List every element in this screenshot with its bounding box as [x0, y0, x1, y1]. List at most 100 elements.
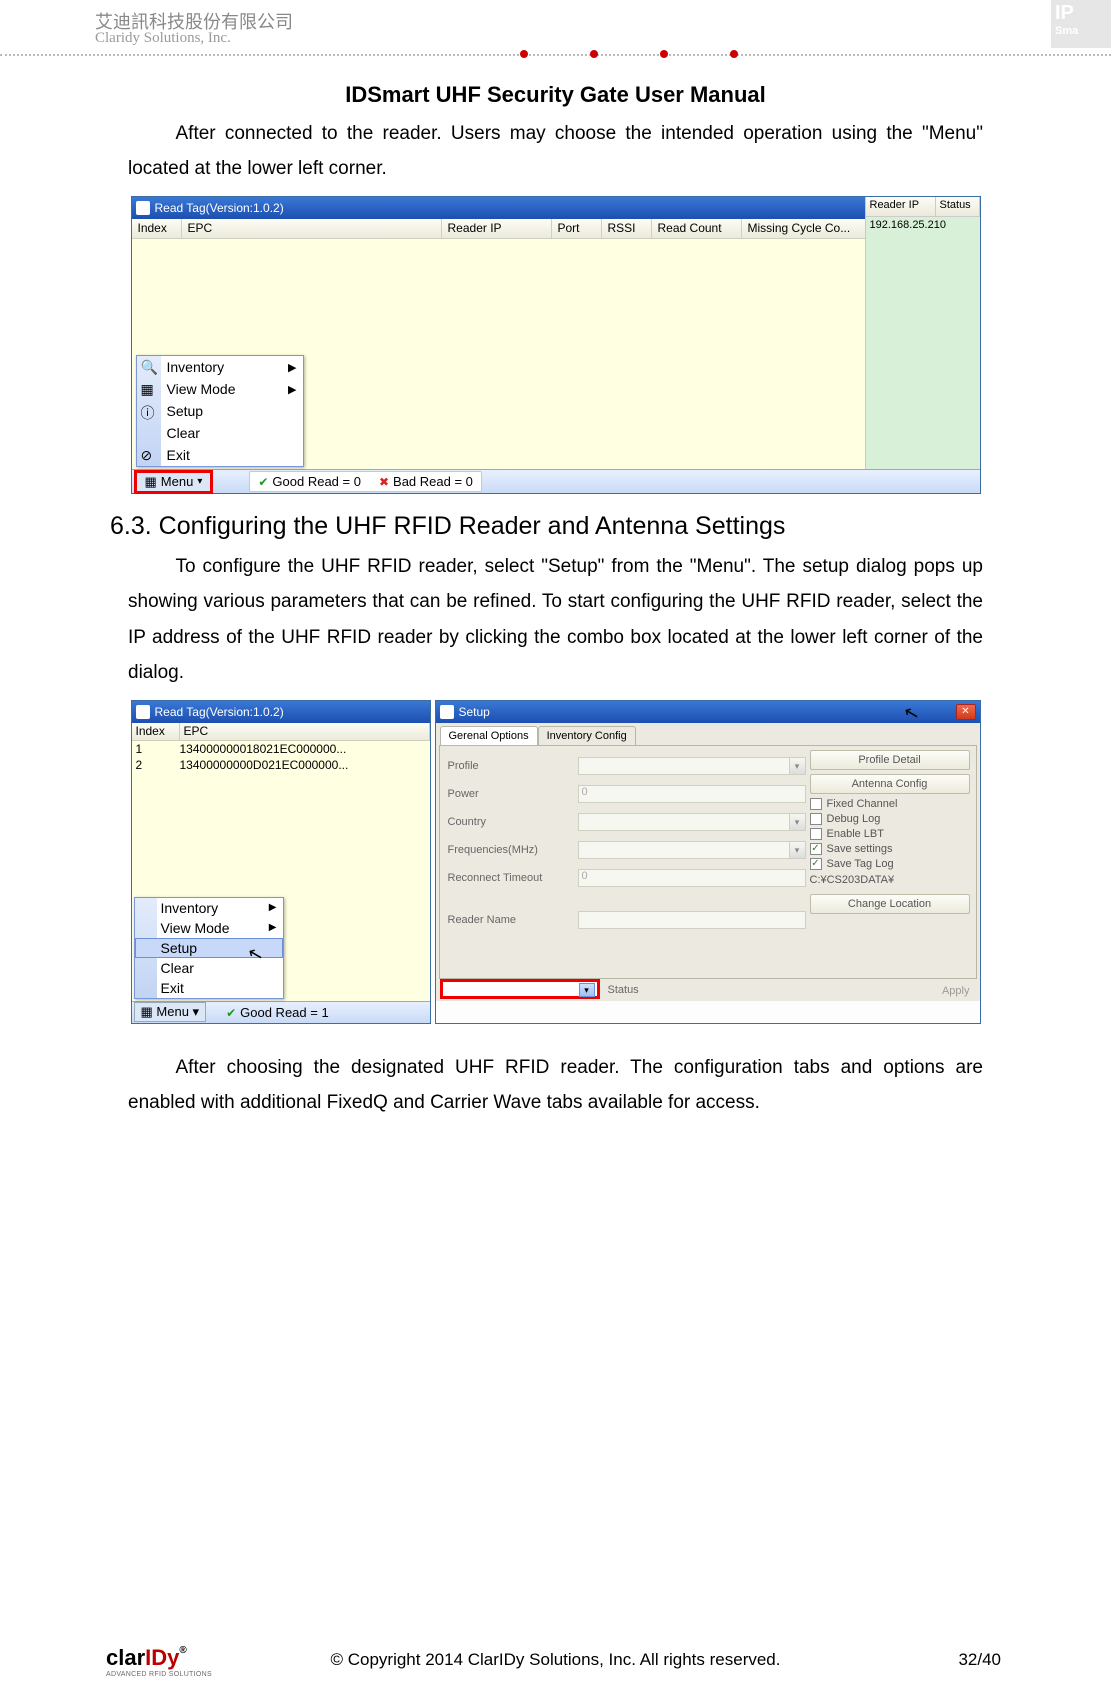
power-input[interactable]: 0 — [578, 785, 806, 803]
menu-inventory[interactable]: 🔍Inventory▶ — [137, 356, 303, 378]
reconnect-input[interactable]: 0 — [578, 869, 806, 887]
menu-icon: ▦ — [145, 474, 157, 490]
menu-setup[interactable]: Setup — [135, 938, 283, 958]
status-bar: ▦Menu ▾ Good Read = 0 Bad Read = 0 — [132, 469, 980, 493]
menu-inventory[interactable]: Inventory▶ — [135, 898, 283, 918]
magnifier-icon: 🔍 — [141, 359, 157, 375]
country-select[interactable]: ▾ — [578, 813, 806, 831]
bad-read: Bad Read = 0 — [379, 474, 473, 489]
tab-row: Gerenal Options Inventory Config — [436, 723, 980, 745]
fixed-channel-checkbox[interactable]: Fixed Channel — [810, 798, 970, 810]
menu-exit[interactable]: ⊘Exit — [137, 444, 303, 466]
tab-general-options[interactable]: Gerenal Options — [440, 726, 538, 745]
col-index[interactable]: Index — [132, 723, 180, 740]
chevron-down-icon: ▾ — [789, 842, 805, 858]
side-row-ip: 192.168.25.210 — [866, 217, 980, 233]
label-reconnect: Reconnect Timeout — [448, 872, 578, 884]
grid-body: 🔍Inventory▶ ▦View Mode▶ ⓘSetup Clear ⊘Ex… — [132, 239, 980, 469]
company-en: Claridy Solutions, Inc. — [95, 30, 231, 47]
col-epc[interactable]: EPC — [180, 723, 430, 740]
header-logo: IPSma — [1051, 0, 1111, 48]
info-icon: ⓘ — [141, 403, 157, 419]
paragraph-3: After choosing the designated UHF RFID r… — [128, 1050, 983, 1120]
window-title: Read Tag(Version:1.0.2) — [155, 201, 284, 215]
table-row[interactable]: 1134000000018021EC000000... — [132, 741, 430, 757]
context-menu: 🔍Inventory▶ ▦View Mode▶ ⓘSetup Clear ⊘Ex… — [136, 355, 304, 467]
enable-lbt-checkbox[interactable]: Enable LBT — [810, 828, 970, 840]
general-options-panel: Profile▾ Power0 Country▾ Frequencies(MHz… — [439, 745, 977, 979]
change-location-button[interactable]: Change Location — [810, 894, 970, 914]
col-rssi[interactable]: RSSI — [602, 219, 652, 238]
status-label: Status — [608, 984, 639, 996]
close-button[interactable]: ✕ — [956, 704, 976, 720]
menu-clear[interactable]: Clear — [137, 422, 303, 444]
table-row[interactable]: 213400000000D021EC000000... — [132, 757, 430, 773]
antenna-config-button[interactable]: Antenna Config — [810, 774, 970, 794]
menu-view-mode[interactable]: ▦View Mode▶ — [137, 378, 303, 400]
side-panel: Reader IP Status 192.168.25.210 — [865, 197, 980, 469]
clear-icon — [141, 425, 157, 441]
label-power: Power — [448, 788, 578, 800]
page-number: 32/40 — [958, 1650, 1001, 1670]
screenshot-2: Read Tag(Version:1.0.2) Index EPC 113400… — [131, 700, 981, 1024]
apply-button[interactable]: Apply — [942, 985, 970, 997]
col-read-count[interactable]: Read Count — [652, 219, 742, 238]
menu-button[interactable]: ▦Menu ▾ — [134, 470, 214, 494]
reader-name-input[interactable] — [578, 911, 806, 929]
side-col-status: Status — [936, 197, 980, 216]
reader-ip-combo[interactable]: ▾ — [440, 979, 600, 999]
cursor-icon: ↖ — [902, 701, 922, 725]
col-index[interactable]: Index — [132, 219, 182, 238]
status-bar: ▦ Menu ▾ Good Read = 1 — [132, 1001, 430, 1023]
doc-title: IDSmart UHF Security Gate User Manual — [0, 82, 1111, 108]
save-path: C:¥CS203DATA¥ — [810, 874, 970, 886]
view-icon: ▦ — [141, 381, 157, 397]
context-menu: Inventory▶ View Mode▶ Setup Clear Exit — [134, 897, 284, 999]
label-reader-name: Reader Name — [448, 914, 578, 926]
menu-button[interactable]: ▦ Menu ▾ — [134, 1002, 207, 1022]
section-heading: 6.3. Configuring the UHF RFID Reader and… — [110, 512, 983, 541]
good-read: Good Read = 1 — [226, 1005, 329, 1020]
chevron-down-icon: ▾ — [789, 758, 805, 774]
grid-header: Index EPC Reader IP Port RSSI Read Count… — [132, 219, 980, 239]
paragraph-2: To configure the UHF RFID reader, select… — [128, 549, 983, 690]
tab-inventory-config[interactable]: Inventory Config — [538, 726, 636, 745]
page-header: 艾迪訊科技股份有限公司 Claridy Solutions, Inc. IPSm… — [0, 0, 1111, 70]
good-read: Good Read = 0 — [258, 474, 361, 489]
app-icon — [440, 705, 454, 719]
titlebar[interactable]: Read Tag(Version:1.0.2) _ □ ✕ — [132, 197, 980, 219]
read-tag-window-small: Read Tag(Version:1.0.2) Index EPC 113400… — [131, 700, 431, 1024]
profile-select[interactable]: ▾ — [578, 757, 806, 775]
window-title: Read Tag(Version:1.0.2) — [155, 705, 284, 719]
exit-icon: ⊘ — [141, 447, 157, 463]
app-icon — [136, 705, 150, 719]
label-frequencies: Frequencies(MHz) — [448, 844, 578, 856]
paragraph-1: After connected to the reader. Users may… — [128, 116, 983, 186]
copyright: © Copyright 2014 ClarIDy Solutions, Inc.… — [0, 1650, 1111, 1670]
col-epc[interactable]: EPC — [182, 219, 442, 238]
app-icon — [136, 201, 150, 215]
window-title: Setup — [459, 705, 490, 719]
read-tag-window: Read Tag(Version:1.0.2) _ □ ✕ Index EPC … — [131, 196, 981, 494]
label-country: Country — [448, 816, 578, 828]
save-settings-checkbox[interactable]: ✓Save settings — [810, 843, 970, 855]
chevron-down-icon: ▾ — [789, 814, 805, 830]
profile-detail-button[interactable]: Profile Detail — [810, 750, 970, 770]
menu-setup[interactable]: ⓘSetup — [137, 400, 303, 422]
page-footer: clarIDy® ADVANCED RFID SOLUTIONS © Copyr… — [0, 1638, 1111, 1678]
debug-log-checkbox[interactable]: Debug Log — [810, 813, 970, 825]
setup-dialog: Setup ✕ ↖ Gerenal Options Inventory Conf… — [435, 700, 981, 1024]
grid-body: 1134000000018021EC000000... 213400000000… — [132, 741, 430, 1001]
save-tag-log-checkbox[interactable]: ✓Save Tag Log — [810, 858, 970, 870]
titlebar[interactable]: Read Tag(Version:1.0.2) — [132, 701, 430, 723]
label-profile: Profile — [448, 760, 578, 772]
menu-exit[interactable]: Exit — [135, 978, 283, 998]
menu-clear[interactable]: Clear — [135, 958, 283, 978]
titlebar[interactable]: Setup ✕ ↖ — [436, 701, 980, 723]
chevron-down-icon: ▾ — [579, 983, 595, 997]
frequencies-select[interactable]: ▾ — [578, 841, 806, 859]
col-port[interactable]: Port — [552, 219, 602, 238]
side-col-ip: Reader IP — [866, 197, 936, 216]
col-reader-ip[interactable]: Reader IP — [442, 219, 552, 238]
menu-view-mode[interactable]: View Mode▶ — [135, 918, 283, 938]
